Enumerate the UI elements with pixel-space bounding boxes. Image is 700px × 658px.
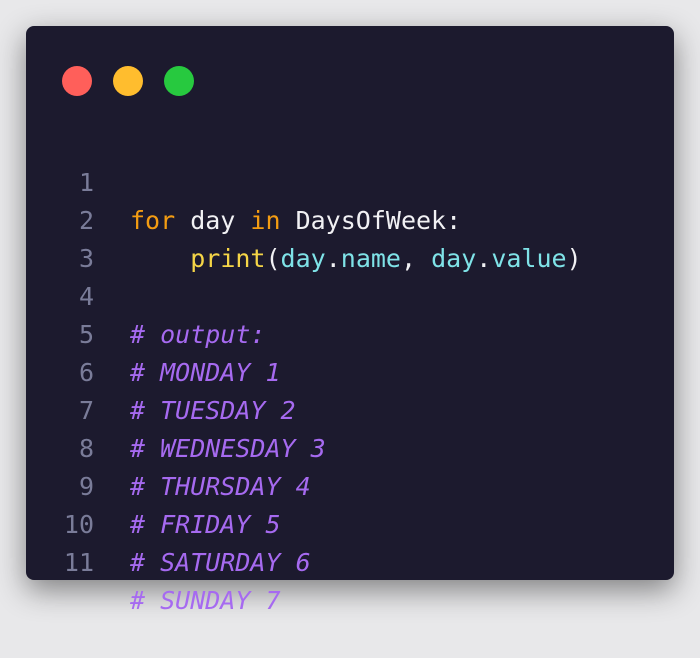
comment: # SUNDAY 7	[130, 586, 281, 615]
code-window: 1 for day in DaysOfWeek: 2 print(day.nam…	[26, 26, 674, 615]
code-line: 7 # WEDNESDAY 3	[26, 354, 674, 463]
minimize-dot-icon[interactable]	[113, 66, 143, 96]
code-line: 5 # MONDAY 1	[26, 278, 674, 387]
line-number: 11	[63, 548, 94, 577]
maximize-dot-icon[interactable]	[164, 66, 194, 96]
code-line: 4 # output:	[26, 240, 674, 349]
close-dot-icon[interactable]	[62, 66, 92, 96]
code-line: 10 # SATURDAY 6	[26, 468, 674, 577]
code-line: 2 print(day.name, day.value)	[26, 164, 674, 273]
code-line: 8 # THURSDAY 4	[26, 392, 674, 501]
code-line: 11 # SUNDAY 7	[26, 506, 674, 615]
code-line: 3	[26, 202, 674, 273]
code-line: 6 # TUESDAY 2	[26, 316, 674, 425]
code-block: 1 for day in DaysOfWeek: 2 print(day.nam…	[26, 126, 674, 615]
code-line: 1 for day in DaysOfWeek:	[26, 126, 674, 235]
window-controls	[62, 66, 194, 96]
code-line: 9 # FRIDAY 5	[26, 430, 674, 539]
comment: # SATURDAY 6	[130, 548, 311, 577]
